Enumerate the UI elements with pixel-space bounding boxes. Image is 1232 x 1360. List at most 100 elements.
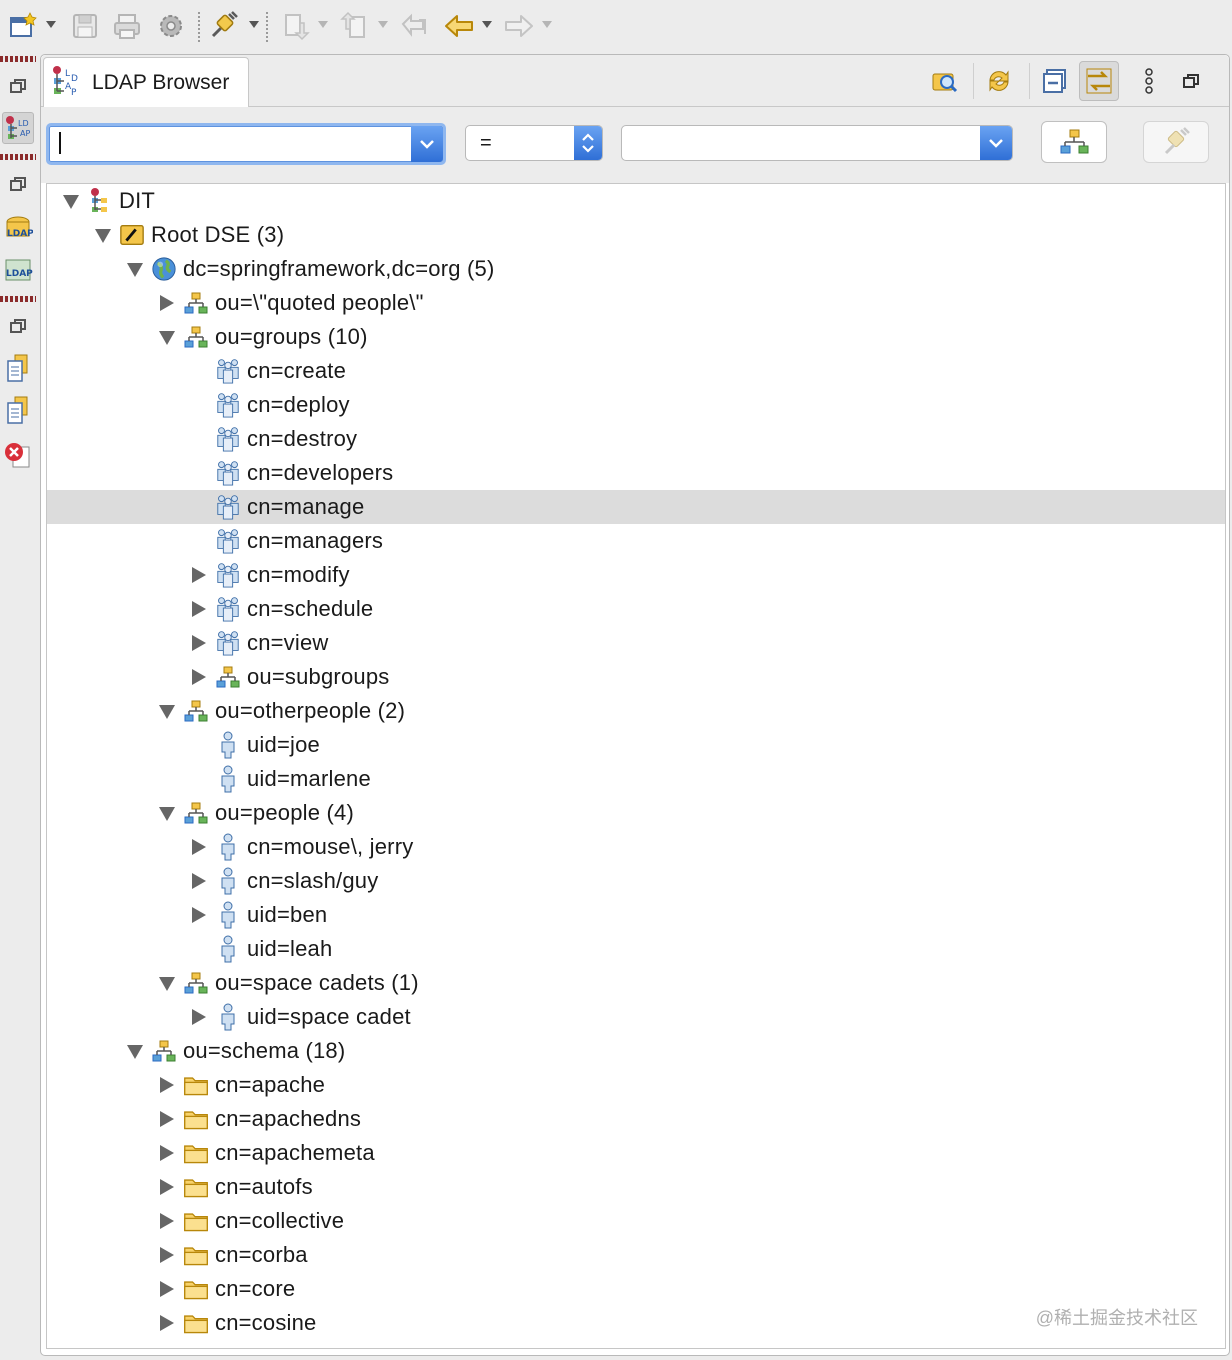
- tree-node[interactable]: dc=springframework,dc=org (5): [47, 252, 1225, 286]
- collapsed-twisty-icon[interactable]: [160, 1111, 174, 1127]
- group-icon: [215, 460, 241, 486]
- tree-node[interactable]: uid=joe: [47, 728, 1225, 762]
- restore-icon[interactable]: [2, 70, 34, 102]
- link-with-editor-icon[interactable]: [1079, 61, 1119, 101]
- collapsed-twisty-icon[interactable]: [192, 669, 206, 685]
- modification-logs-icon[interactable]: [2, 352, 34, 384]
- attribute-dropdown-button[interactable]: [411, 126, 443, 162]
- tree-node[interactable]: cn=schedule: [47, 592, 1225, 626]
- collapsed-twisty-icon[interactable]: [192, 567, 206, 583]
- tree-node[interactable]: uid=marlene: [47, 762, 1225, 796]
- tree-node[interactable]: ou=people (4): [47, 796, 1225, 830]
- tree-node[interactable]: DIT: [47, 184, 1225, 218]
- expanded-twisty-icon[interactable]: [159, 977, 175, 991]
- tree-node[interactable]: uid=leah: [47, 932, 1225, 966]
- trim-handle[interactable]: [0, 154, 36, 160]
- open-search-result-icon[interactable]: [925, 61, 965, 101]
- tree-node[interactable]: cn=apachedns: [47, 1102, 1225, 1136]
- collapse-all-icon[interactable]: [1035, 61, 1075, 101]
- quick-search-run-button: [1143, 121, 1209, 163]
- tree-node[interactable]: cn=developers: [47, 456, 1225, 490]
- collapsed-twisty-icon[interactable]: [160, 1179, 174, 1195]
- collapsed-twisty-icon[interactable]: [160, 1315, 174, 1331]
- gear-icon[interactable]: [154, 9, 188, 43]
- tree-node[interactable]: cn=corba: [47, 1238, 1225, 1272]
- group-icon: [215, 494, 241, 520]
- tree-node-label: cn=apachedns: [215, 1106, 362, 1131]
- operator-select[interactable]: =: [465, 125, 603, 161]
- collapsed-twisty-icon[interactable]: [192, 907, 206, 923]
- tree-node[interactable]: cn=create: [47, 354, 1225, 388]
- search-logs-icon[interactable]: [2, 394, 34, 426]
- collapsed-twisty-icon[interactable]: [160, 295, 174, 311]
- trim-handle[interactable]: [0, 56, 36, 62]
- expanded-twisty-icon[interactable]: [159, 331, 175, 345]
- tree-node[interactable]: cn=apache: [47, 1068, 1225, 1102]
- restore-icon[interactable]: [2, 310, 34, 342]
- connect-plug-icon[interactable]: [206, 9, 240, 43]
- trim-handle[interactable]: [0, 296, 36, 302]
- expanded-twisty-icon[interactable]: [63, 195, 79, 209]
- expanded-twisty-icon[interactable]: [95, 229, 111, 243]
- tree-node[interactable]: cn=view: [47, 626, 1225, 660]
- org-unit-icon: [183, 290, 209, 316]
- save-icon: [68, 9, 102, 43]
- tree-node[interactable]: cn=modify: [47, 558, 1225, 592]
- tree-node[interactable]: cn=deploy: [47, 388, 1225, 422]
- expanded-twisty-icon[interactable]: [127, 1045, 143, 1059]
- tree-node[interactable]: cn=managers: [47, 524, 1225, 558]
- dit-tree[interactable]: DIT Root DSE (3) dc=springframework,dc=org…: [46, 183, 1226, 1349]
- collapsed-twisty-icon[interactable]: [160, 1213, 174, 1229]
- collapsed-twisty-icon[interactable]: [192, 1009, 206, 1025]
- tree-node[interactable]: ou=otherpeople (2): [47, 694, 1225, 728]
- back-arrow-icon[interactable]: [442, 9, 476, 43]
- collapsed-twisty-icon[interactable]: [192, 873, 206, 889]
- new-dropdown-arrow[interactable]: [46, 21, 56, 28]
- value-combo[interactable]: [621, 125, 1013, 161]
- searches-icon[interactable]: LDAP: [2, 254, 34, 286]
- refresh-icon[interactable]: [979, 61, 1019, 101]
- tree-node[interactable]: cn=destroy: [47, 422, 1225, 456]
- search-scope-button[interactable]: [1041, 121, 1107, 163]
- collapsed-twisty-icon[interactable]: [160, 1145, 174, 1161]
- tree-node[interactable]: ou=groups (10): [47, 320, 1225, 354]
- ldap-browser-trim-icon[interactable]: LD AP: [2, 112, 34, 144]
- tree-node[interactable]: cn=apachemeta: [47, 1136, 1225, 1170]
- expanded-twisty-icon[interactable]: [127, 263, 143, 277]
- tree-node[interactable]: ou=schema (18): [47, 1034, 1225, 1068]
- tree-node[interactable]: cn=manage: [47, 490, 1225, 524]
- tree-node[interactable]: Root DSE (3): [47, 218, 1225, 252]
- restore-icon[interactable]: [2, 168, 34, 200]
- view-toolbar-separator: [973, 63, 974, 99]
- collapsed-twisty-icon[interactable]: [160, 1077, 174, 1093]
- error-log-icon[interactable]: [2, 440, 34, 472]
- tree-node[interactable]: ou=space cadets (1): [47, 966, 1225, 1000]
- tree-node[interactable]: ou=subgroups: [47, 660, 1225, 694]
- expanded-twisty-icon[interactable]: [159, 807, 175, 821]
- operator-stepper[interactable]: [574, 126, 602, 160]
- collapsed-twisty-icon[interactable]: [160, 1247, 174, 1263]
- chevron-updown-icon: [582, 133, 594, 153]
- tree-node[interactable]: uid=ben: [47, 898, 1225, 932]
- expanded-twisty-icon[interactable]: [159, 705, 175, 719]
- collapsed-twisty-icon[interactable]: [160, 1281, 174, 1297]
- value-dropdown-button[interactable]: [980, 126, 1012, 160]
- new-wizard-icon[interactable]: [6, 9, 40, 43]
- tree-node[interactable]: cn=mouse\, jerry: [47, 830, 1225, 864]
- tree-node[interactable]: cn=collective: [47, 1204, 1225, 1238]
- tree-node[interactable]: cn=autofs: [47, 1170, 1225, 1204]
- back-dropdown-arrow[interactable]: [482, 21, 492, 28]
- connections-icon[interactable]: LDAP: [2, 212, 34, 244]
- collapsed-twisty-icon[interactable]: [192, 601, 206, 617]
- tree-node[interactable]: ou=\"quoted people\": [47, 286, 1225, 320]
- collapsed-twisty-icon[interactable]: [192, 839, 206, 855]
- collapsed-twisty-icon[interactable]: [192, 635, 206, 651]
- tab-ldap-browser[interactable]: LDAP LDAP Browser: [43, 57, 249, 108]
- attribute-combo[interactable]: [46, 123, 446, 165]
- tree-node[interactable]: cn=slash/guy: [47, 864, 1225, 898]
- connect-dropdown-arrow[interactable]: [249, 21, 259, 28]
- view-menu-icon[interactable]: [1129, 61, 1169, 101]
- minimize-view-icon[interactable]: [1171, 61, 1211, 101]
- tree-node[interactable]: cn=core: [47, 1272, 1225, 1306]
- tree-node[interactable]: uid=space cadet: [47, 1000, 1225, 1034]
